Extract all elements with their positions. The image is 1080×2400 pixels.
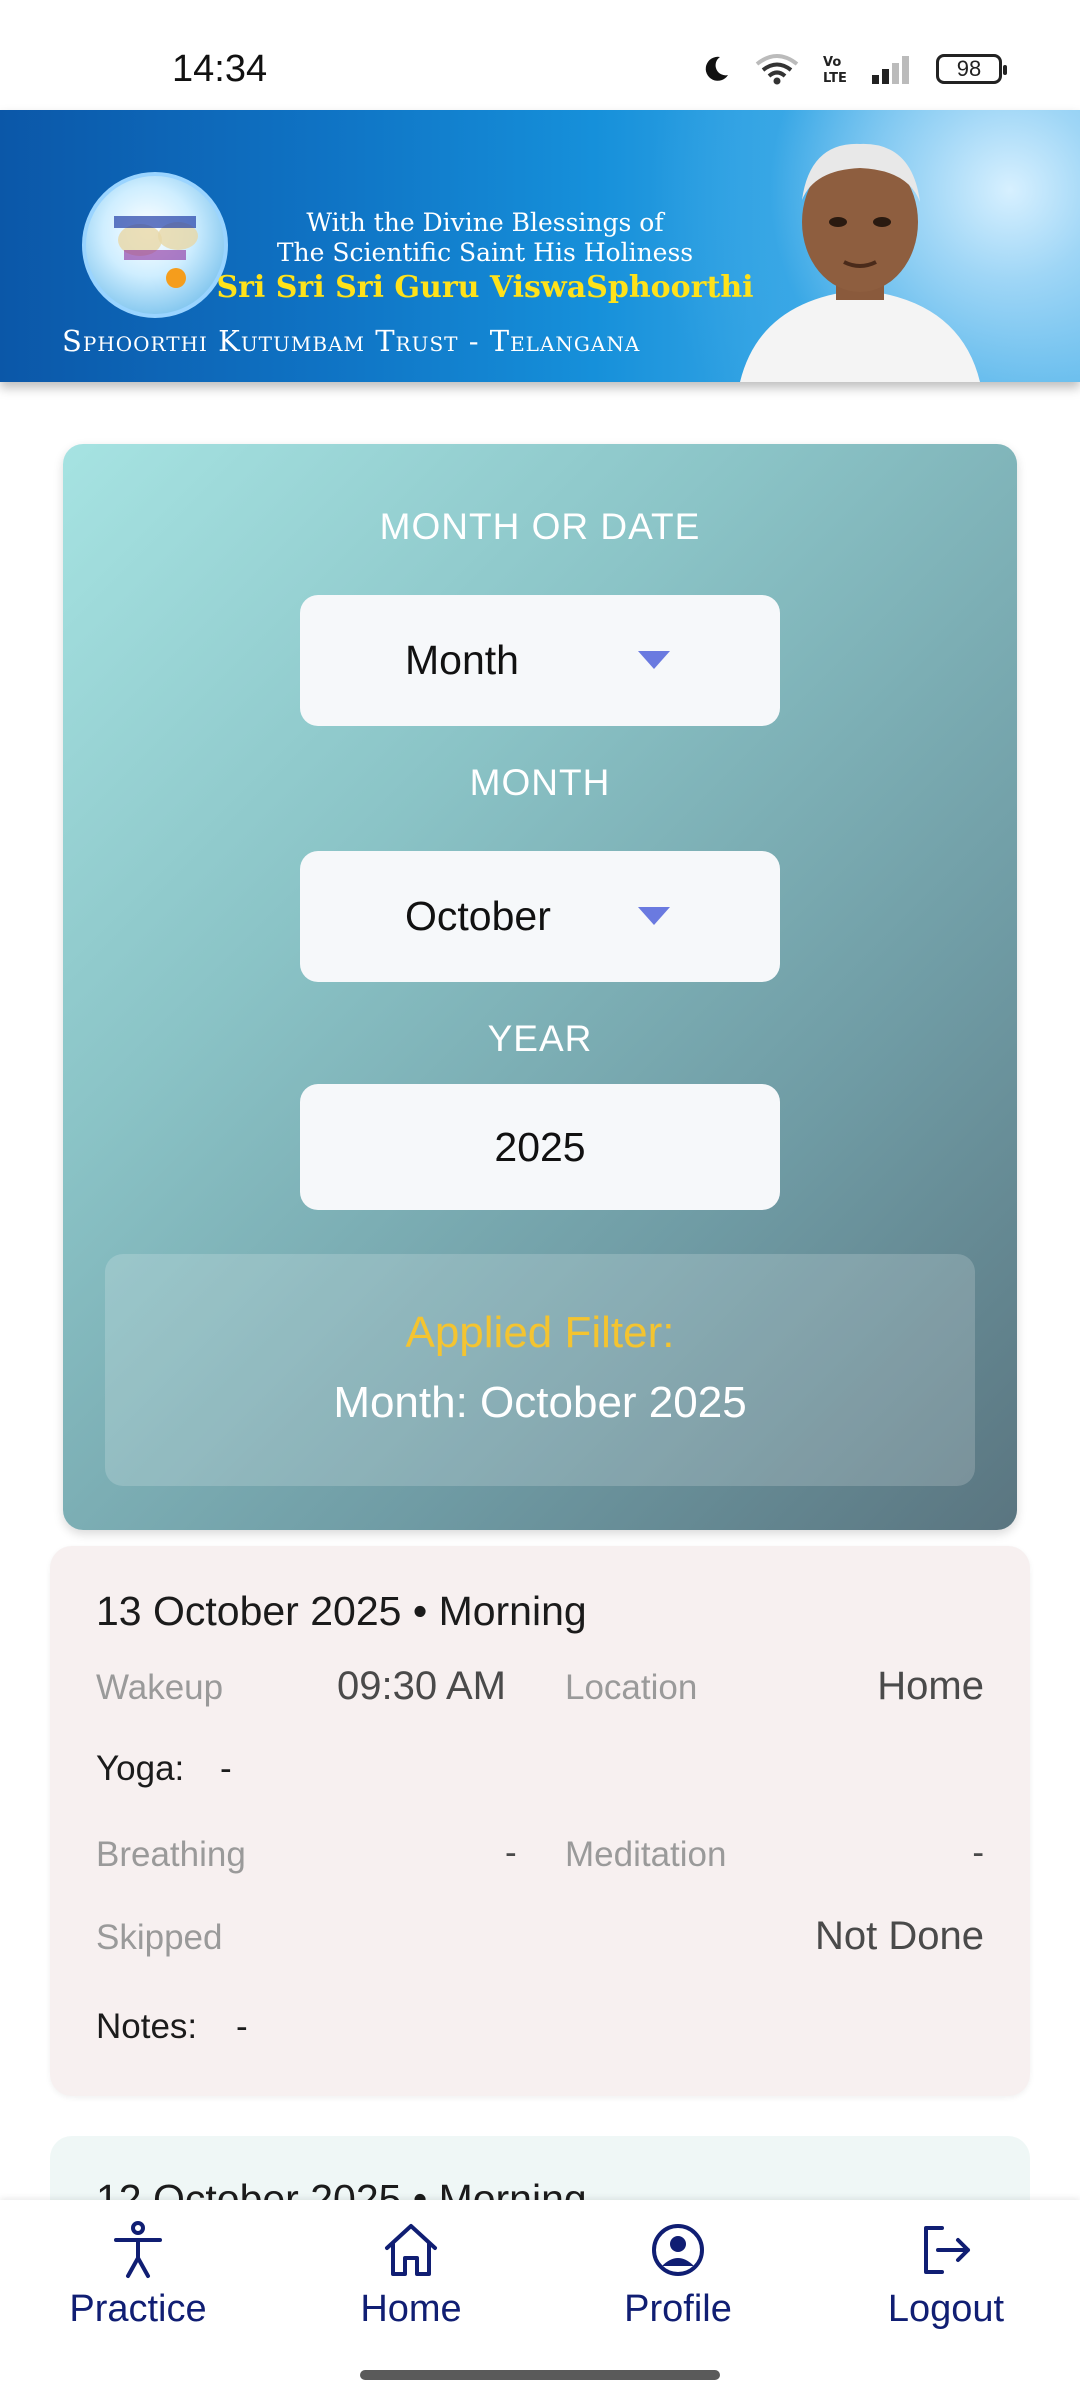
battery-icon: 98 [936, 54, 1007, 84]
location-label: Location [565, 1668, 698, 1707]
nav-practice-label: Practice [69, 2288, 207, 2330]
filter-card: MONTH OR DATE Month MONTH October YEAR 2… [63, 444, 1017, 1530]
wakeup-value: 09:30 AM [337, 1664, 507, 1708]
breathing-value: - [505, 1833, 517, 1872]
location-value: Home [877, 1664, 984, 1708]
nav-logout-label: Logout [887, 2288, 1005, 2330]
nav-practice[interactable]: Practice [28, 2220, 248, 2331]
signal-icon [872, 56, 909, 84]
status-bar: 14:34 Vo LTE 98 [0, 0, 1080, 110]
year-input[interactable]: 2025 [300, 1084, 780, 1210]
header-banner: With the Divine Blessings of The Scienti… [0, 110, 1080, 382]
wifi-icon [755, 54, 799, 85]
dropdown-arrow-icon [638, 907, 670, 925]
nav-home[interactable]: Home [301, 2220, 521, 2331]
applied-filter-value: Month: October 2025 [333, 1378, 747, 1427]
profile-icon [652, 2224, 704, 2276]
nav-logout[interactable]: Logout [836, 2220, 1056, 2331]
svg-text:Vo: Vo [823, 55, 841, 70]
entry-title: 13 October 2025 • Morning [96, 1588, 587, 1634]
home-indicator[interactable] [360, 2370, 720, 2380]
applied-filter-panel: Applied Filter: Month: October 2025 [105, 1254, 975, 1486]
meditation-label: Meditation [565, 1835, 727, 1874]
skipped-value: Not Done [815, 1914, 984, 1958]
mode-select-value: Month [405, 637, 519, 683]
mode-label: MONTH OR DATE [379, 506, 701, 547]
wakeup-label: Wakeup [96, 1668, 224, 1707]
notes-value: - [236, 2007, 248, 2046]
banner-trust-name: Sphoorthi Kutumbam Trust - Telangana [62, 324, 641, 358]
month-select-value: October [405, 893, 551, 939]
logout-icon [924, 2226, 970, 2274]
notes-label: Notes: [96, 2007, 198, 2046]
nav-home-label: Home [360, 2288, 462, 2330]
yoga-label: Yoga: [96, 1749, 185, 1788]
year-label: YEAR [487, 1018, 593, 1059]
guru-portrait [740, 143, 980, 382]
svg-text:LTE: LTE [823, 71, 847, 86]
month-label: MONTH [469, 762, 611, 803]
practice-entry-card[interactable]: 13 October 2025 • Morning Wakeup 09:30 A… [50, 1546, 1030, 2096]
breathing-label: Breathing [96, 1835, 246, 1874]
status-icons: Vo LTE 98 [700, 52, 1007, 86]
person-icon [114, 2221, 162, 2278]
dropdown-arrow-icon [638, 651, 670, 669]
nav-profile-label: Profile [624, 2288, 732, 2330]
yoga-value: - [220, 1749, 232, 1788]
volte-icon: Vo LTE [823, 55, 847, 86]
meditation-value: - [972, 1833, 984, 1872]
home-icon [385, 2224, 437, 2276]
skipped-label: Skipped [96, 1918, 223, 1957]
applied-filter-title: Applied Filter: [405, 1308, 675, 1357]
status-time: 14:34 [172, 48, 268, 90]
month-select[interactable]: October [300, 851, 780, 982]
nav-profile[interactable]: Profile [568, 2220, 788, 2331]
mode-select[interactable]: Month [300, 595, 780, 726]
moon-icon [705, 56, 728, 81]
